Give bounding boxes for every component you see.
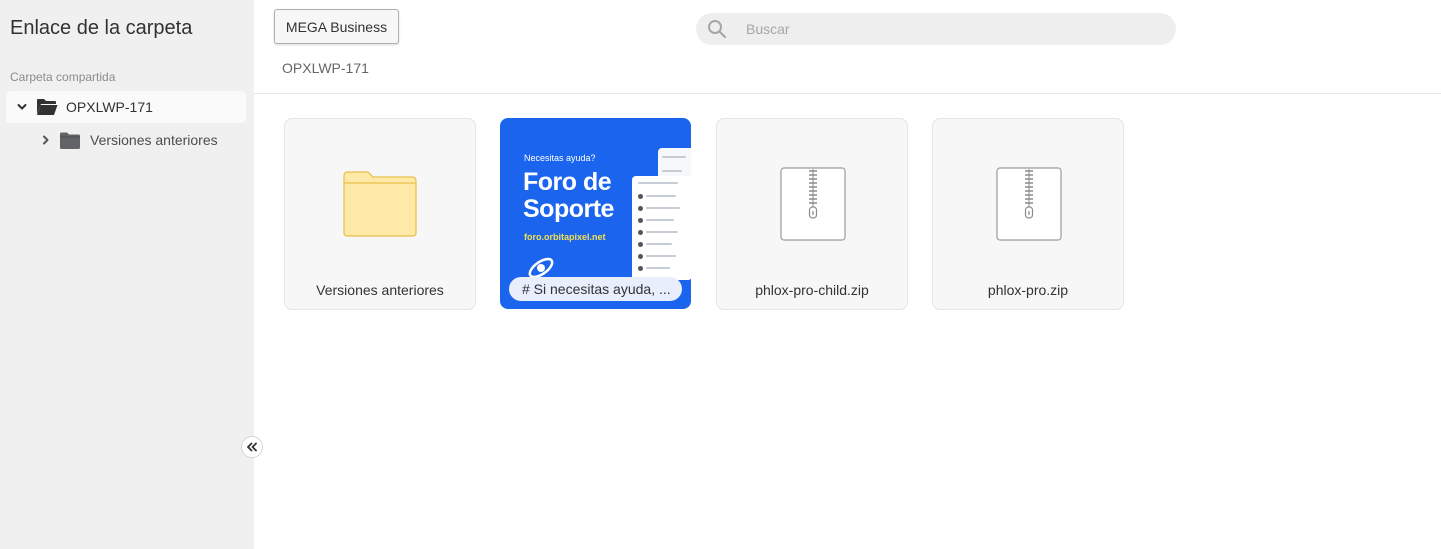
- sidebar: Enlace de la carpeta Carpeta compartida …: [0, 0, 263, 549]
- tree-item-root[interactable]: OPXLWP-171: [6, 91, 246, 123]
- divider: [254, 93, 1441, 94]
- mega-business-button[interactable]: MEGA Business: [274, 9, 399, 44]
- item-name: Versiones anteriores: [316, 282, 444, 298]
- thumbnail-mockup: [632, 176, 691, 280]
- folder-icon: [343, 171, 417, 242]
- chevron-down-icon[interactable]: [17, 102, 27, 112]
- folder-icon: [60, 132, 80, 149]
- double-chevron-left-icon: [247, 442, 257, 452]
- breadcrumb[interactable]: OPXLWP-171: [282, 60, 369, 76]
- zip-file-icon: [780, 167, 846, 246]
- search-box[interactable]: [696, 13, 1176, 45]
- thumbnail-heading-line: Foro de: [523, 168, 612, 196]
- thumbnail-heading-line: Soporte: [523, 195, 614, 223]
- collapse-sidebar-button[interactable]: [241, 436, 263, 458]
- item-name: phlox-pro-child.zip: [755, 282, 869, 298]
- thumbnail-url: foro.orbitapixel.net: [524, 232, 606, 242]
- item-name: phlox-pro.zip: [987, 282, 1069, 298]
- chevron-right-icon[interactable]: [41, 135, 51, 145]
- tree-item-versiones[interactable]: Versiones anteriores: [38, 124, 246, 156]
- zip-card[interactable]: phlox-pro-child.zip: [716, 118, 908, 310]
- zip-file-icon: [996, 167, 1062, 246]
- folder-card[interactable]: Versiones anteriores: [284, 118, 476, 310]
- thumbnail-heading: Foro de Soporte: [523, 169, 614, 223]
- section-label: Carpeta compartida: [10, 70, 116, 84]
- zip-card[interactable]: phlox-pro.zip: [932, 118, 1124, 310]
- folder-open-icon: [36, 98, 58, 116]
- image-card[interactable]: Necesitas ayuda? Foro de Soporte foro.or…: [500, 118, 691, 309]
- item-name: # Si necesitas ayuda, ...: [509, 277, 682, 301]
- thumbnail-text: Necesitas ayuda?: [524, 153, 596, 163]
- tree-item-label: OPXLWP-171: [66, 99, 153, 115]
- search-icon: [707, 19, 727, 39]
- sidebar-title: Enlace de la carpeta: [10, 17, 193, 39]
- search-input[interactable]: [746, 21, 1146, 37]
- tree-item-label: Versiones anteriores: [90, 132, 218, 148]
